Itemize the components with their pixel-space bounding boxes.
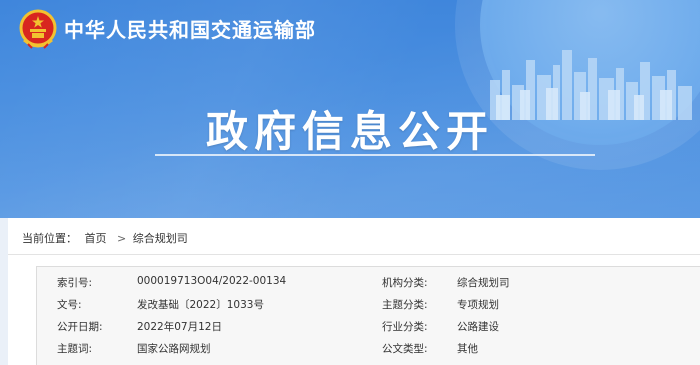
header-banner: 中华人民共和国交通运输部 政府信息公开: [0, 0, 700, 218]
info-label-index: 索引号:: [57, 277, 93, 289]
info-row: 主题词: 国家公路网规划 公文类型: 其他: [37, 337, 700, 359]
info-value-agency: 综合规划司: [457, 277, 510, 289]
breadcrumb-home-link[interactable]: 首页: [85, 232, 107, 245]
breadcrumb-divider: [8, 254, 700, 255]
info-label-doc-type: 公文类型:: [382, 343, 428, 355]
info-row: 文号: 发改基础〔2022〕1033号 主题分类: 专项规划: [37, 293, 700, 315]
info-label-keywords: 主题词:: [57, 343, 93, 355]
info-value-doc-type: 其他: [457, 343, 478, 355]
info-label-agency: 机构分类:: [382, 277, 428, 289]
info-value-keywords: 国家公路网规划: [137, 343, 211, 355]
info-row: 索引号: 000019713O04/2022-00134 机构分类: 综合规划司: [37, 271, 700, 293]
info-label-industry: 行业分类:: [382, 321, 428, 333]
breadcrumb-current-link[interactable]: 综合规划司: [133, 232, 188, 245]
title-underline: [155, 154, 595, 156]
info-label-publish-date: 公开日期:: [57, 321, 103, 333]
breadcrumb-label: 当前位置：: [22, 232, 77, 245]
info-value-index: 000019713O04/2022-00134: [137, 275, 287, 287]
info-value-doc-number: 发改基础〔2022〕1033号: [137, 299, 264, 311]
site-name[interactable]: 中华人民共和国交通运输部: [64, 14, 316, 43]
main-content: 当前位置： 首页 > 综合规划司 索引号: 000019713O04/2022-…: [8, 218, 700, 365]
info-value-industry: 公路建设: [457, 321, 499, 333]
info-label-topic: 主题分类:: [382, 299, 428, 311]
breadcrumb: 当前位置： 首页 > 综合规划司: [22, 230, 192, 246]
national-emblem-icon: [19, 9, 57, 49]
info-value-publish-date: 2022年07月12日: [137, 321, 222, 333]
page-title: 政府信息公开: [205, 107, 494, 156]
document-info-table: 索引号: 000019713O04/2022-00134 机构分类: 综合规划司…: [36, 266, 700, 365]
info-value-topic: 专项规划: [457, 299, 499, 311]
info-row: 公开日期: 2022年07月12日 行业分类: 公路建设: [37, 315, 700, 337]
info-label-doc-number: 文号:: [57, 299, 82, 311]
breadcrumb-separator: >: [117, 232, 127, 245]
